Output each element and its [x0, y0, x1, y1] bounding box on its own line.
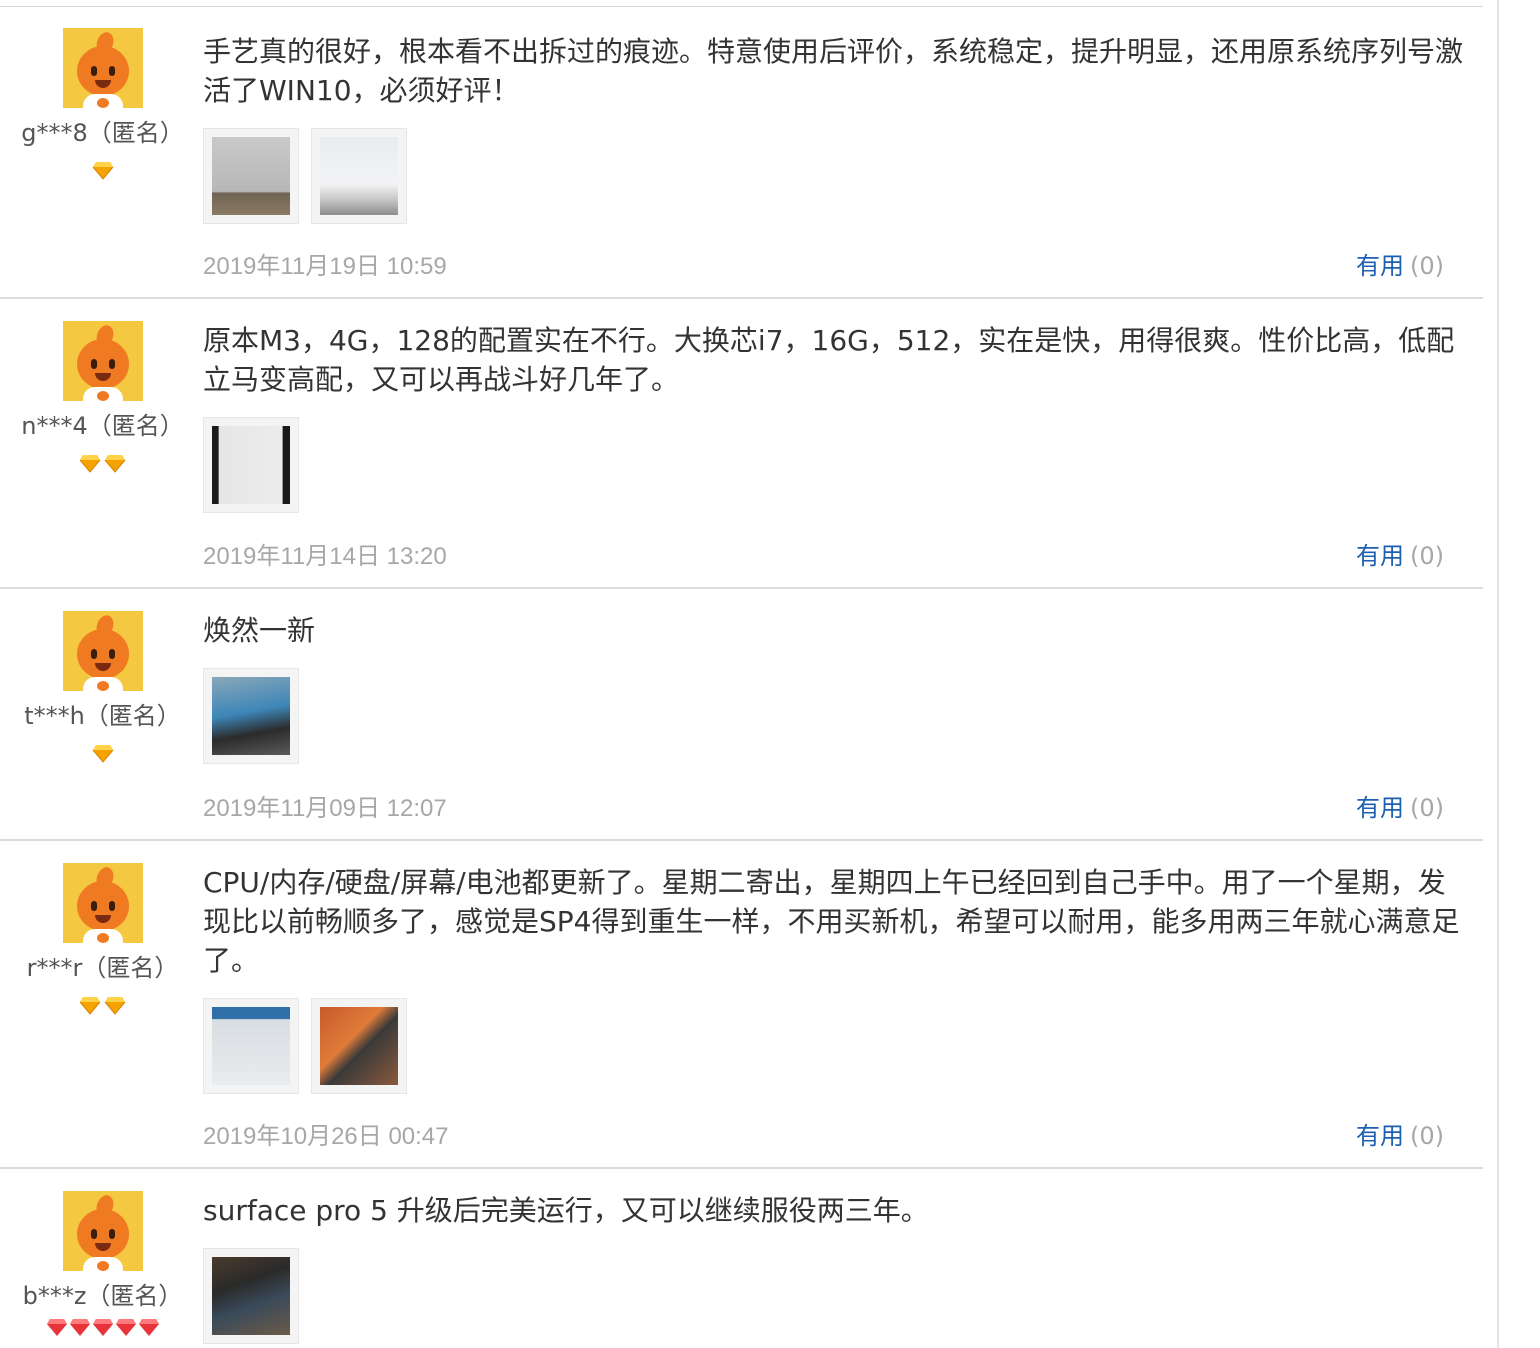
- reviewer-name: n***4（匿名）: [21, 412, 184, 440]
- review-text: 手艺真的很好，根本看不出拆过的痕迹。特意使用后评价，系统稳定，提升明显，还用原系…: [203, 35, 1464, 107]
- reviewer-name: g***8（匿名）: [21, 119, 184, 147]
- review-text: surface pro 5 升级后完美运行，又可以继续服役两三年。: [203, 1194, 929, 1227]
- useful-button[interactable]: 有用: [1356, 794, 1404, 822]
- review-date: 2019年10月26日 00:47: [203, 1123, 449, 1150]
- review-item: n***4（匿名） 原本M3，4G，128的配置实在不行。大换芯i7，16G，5…: [0, 299, 1483, 589]
- avatar[interactable]: [63, 863, 143, 943]
- useful-vote[interactable]: 有用 (0): [1356, 1116, 1444, 1151]
- reviewer-name: b***z（匿名）: [22, 1282, 183, 1310]
- review-item: r***r（匿名） CPU/内存/硬盘/屏幕/电池都更新了。星期二寄出，星期四上…: [0, 841, 1483, 1169]
- useful-count: (0): [1410, 252, 1444, 280]
- page-frame-edge: [1497, 0, 1499, 1348]
- review-body: surface pro 5 升级后完美运行，又可以继续服役两三年。: [203, 1191, 1463, 1344]
- review-date: 2019年11月14日 13:20: [203, 543, 447, 570]
- useful-count: (0): [1410, 794, 1444, 822]
- heart-gem-icon: [115, 1317, 137, 1337]
- useful-vote[interactable]: 有用 (0): [1356, 246, 1444, 281]
- review-item: b***z（匿名） surface pro 5 升级后完美运行，又可以继续服役两…: [0, 1169, 1483, 1348]
- review-body: 手艺真的很好，根本看不出拆过的痕迹。特意使用后评价，系统稳定，提升明显，还用原系…: [203, 32, 1463, 224]
- review-item: t***h（匿名） 焕然一新 2019年11月09日 12:07 有用 (0): [0, 589, 1483, 841]
- diamond-icon: [79, 995, 101, 1015]
- diamond-icon: [92, 743, 114, 763]
- review-photo[interactable]: [203, 668, 299, 764]
- member-level-badges: [0, 995, 205, 1019]
- review-photos: [203, 128, 1463, 224]
- diamond-icon: [92, 160, 114, 180]
- member-level-badges: [0, 743, 205, 767]
- review-body: 焕然一新: [203, 611, 1463, 764]
- review-photo[interactable]: [311, 998, 407, 1094]
- reviewer-name: r***r（匿名）: [26, 954, 179, 982]
- heart-gem-icon: [46, 1317, 68, 1337]
- review-photo[interactable]: [311, 128, 407, 224]
- avatar[interactable]: [63, 1191, 143, 1271]
- avatar[interactable]: [63, 611, 143, 691]
- avatar[interactable]: [63, 28, 143, 108]
- review-body: CPU/内存/硬盘/屏幕/电池都更新了。星期二寄出，星期四上午已经回到自己手中。…: [203, 863, 1463, 1094]
- useful-button[interactable]: 有用: [1356, 1122, 1404, 1150]
- review-photo[interactable]: [203, 998, 299, 1094]
- review-photo[interactable]: [203, 128, 299, 224]
- member-level-badges: [0, 1317, 205, 1341]
- review-photos: [203, 417, 1463, 513]
- diamond-icon: [104, 453, 126, 473]
- member-level-badges: [0, 453, 205, 477]
- member-level-badges: [0, 160, 205, 184]
- reviewer-name: t***h（匿名）: [24, 702, 181, 730]
- review-date: 2019年11月19日 10:59: [203, 253, 447, 280]
- review-text: 焕然一新: [203, 614, 316, 647]
- useful-count: (0): [1410, 542, 1444, 570]
- heart-gem-icon: [92, 1317, 114, 1337]
- review-date: 2019年11月09日 12:07: [203, 795, 447, 822]
- useful-button[interactable]: 有用: [1356, 252, 1404, 280]
- review-photo[interactable]: [203, 417, 299, 513]
- review-body: 原本M3，4G，128的配置实在不行。大换芯i7，16G，512，实在是快，用得…: [203, 321, 1463, 513]
- diamond-icon: [79, 453, 101, 473]
- diamond-icon: [104, 995, 126, 1015]
- review-photos: [203, 668, 1463, 764]
- heart-gem-icon: [69, 1317, 91, 1337]
- useful-vote[interactable]: 有用 (0): [1356, 788, 1444, 823]
- review-item: g***8（匿名） 手艺真的很好，根本看不出拆过的痕迹。特意使用后评价，系统稳定…: [0, 6, 1483, 299]
- review-text: CPU/内存/硬盘/屏幕/电池都更新了。星期二寄出，星期四上午已经回到自己手中。…: [203, 866, 1460, 977]
- useful-button[interactable]: 有用: [1356, 542, 1404, 570]
- useful-count: (0): [1410, 1122, 1444, 1150]
- avatar[interactable]: [63, 321, 143, 401]
- review-photos: [203, 1248, 1463, 1344]
- heart-gem-icon: [138, 1317, 160, 1337]
- useful-vote[interactable]: 有用 (0): [1356, 536, 1444, 571]
- review-text: 原本M3，4G，128的配置实在不行。大换芯i7，16G，512，实在是快，用得…: [203, 324, 1455, 396]
- review-photo[interactable]: [203, 1248, 299, 1344]
- review-photos: [203, 998, 1463, 1094]
